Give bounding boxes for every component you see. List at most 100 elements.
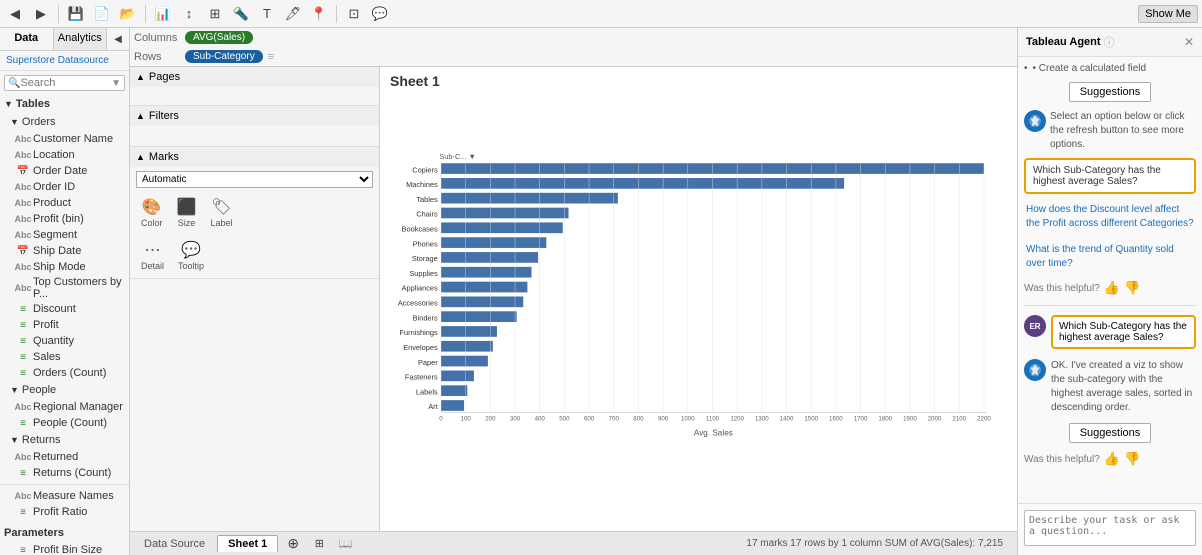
agent-response-text: OK. I've created a viz to show the sub-c… xyxy=(1051,359,1196,415)
label-label: Label xyxy=(210,218,232,228)
suggestions-button-2[interactable]: Suggestions xyxy=(1069,423,1152,443)
columns-pill[interactable]: AVG(Sales) xyxy=(185,31,253,44)
field-ship-date[interactable]: 📅Ship Date xyxy=(0,243,129,259)
agent-close-btn[interactable]: ✕ xyxy=(1184,35,1194,49)
people-group[interactable]: ▼ People xyxy=(0,381,129,399)
pages-header[interactable]: ▲ Pages xyxy=(130,67,379,87)
field-order-id[interactable]: AbcOrder ID xyxy=(0,179,129,195)
field-profit[interactable]: ≡Profit xyxy=(0,317,129,333)
sheet1-tab[interactable]: Sheet 1 xyxy=(217,535,278,552)
bar-supplies[interactable] xyxy=(441,267,531,278)
field-regional-manager[interactable]: AbcRegional Manager xyxy=(0,399,129,415)
field-profit-bin[interactable]: AbcProfit (bin) xyxy=(0,211,129,227)
thumbs-up-btn-2[interactable]: 👍 xyxy=(1104,451,1120,467)
bar-label-appliances: Appliances xyxy=(402,284,438,293)
sort-btn[interactable]: ↕ xyxy=(178,3,200,25)
bar-binders[interactable] xyxy=(441,311,517,322)
abc-icon: Abc xyxy=(16,489,30,503)
datasource-label[interactable]: Superstore Datasource xyxy=(0,51,129,71)
search-input[interactable] xyxy=(20,77,111,89)
field-customer-name[interactable]: AbcCustomer Name xyxy=(0,131,129,147)
analytics-tab[interactable]: Analytics xyxy=(54,28,108,50)
filters-header[interactable]: ▲ Filters xyxy=(130,106,379,126)
measure-icon: ≡ xyxy=(16,366,30,380)
field-product[interactable]: AbcProduct xyxy=(0,195,129,211)
bar-tables[interactable] xyxy=(441,193,618,204)
thumbs-down-btn-2[interactable]: 👎 xyxy=(1124,451,1140,467)
data-source-tab[interactable]: Data Source xyxy=(136,536,213,552)
show-me-button[interactable]: Show Me xyxy=(1138,5,1198,23)
marks-type-select[interactable]: Automatic xyxy=(136,171,373,188)
map-btn[interactable]: 📍 xyxy=(308,3,330,25)
tooltip-btn[interactable]: 💬 xyxy=(369,3,391,25)
bar-paper[interactable] xyxy=(441,356,488,367)
field-measure-names[interactable]: AbcMeasure Names xyxy=(0,488,129,504)
bar-appliances[interactable] xyxy=(441,282,527,293)
field-location[interactable]: AbcLocation xyxy=(0,147,129,163)
marks-label-btn[interactable]: 🏷 Label xyxy=(205,194,237,231)
tables-section[interactable]: ▼ Tables xyxy=(0,95,129,113)
bar-fasteners[interactable] xyxy=(441,371,474,382)
fixedsize-btn[interactable]: ⊡ xyxy=(343,3,365,25)
field-profit-bin-size[interactable]: ≡Profit Bin Size xyxy=(0,542,129,555)
tableau-icon-2 xyxy=(1028,363,1042,377)
field-quantity[interactable]: ≡Quantity xyxy=(0,333,129,349)
suggestions-button-1[interactable]: Suggestions xyxy=(1069,82,1152,102)
rows-pill[interactable]: Sub-Category xyxy=(185,50,263,63)
bar-chart-btn[interactable]: 📊 xyxy=(152,3,174,25)
field-returned[interactable]: AbcReturned xyxy=(0,449,129,465)
field-order-date[interactable]: 📅Order Date xyxy=(0,163,129,179)
label-btn[interactable]: T xyxy=(256,3,278,25)
new-story-btn[interactable]: 📖 xyxy=(334,533,356,555)
field-profit-ratio[interactable]: ≡Profit Ratio xyxy=(0,504,129,520)
highlight-btn[interactable]: 🔦 xyxy=(230,3,252,25)
bar-label-phones: Phones xyxy=(413,239,438,248)
add-sheet-btn[interactable]: ⊕ xyxy=(282,533,304,555)
field-sales[interactable]: ≡Sales xyxy=(0,349,129,365)
new-dashboard-btn[interactable]: ⊞ xyxy=(308,533,330,555)
marks-header[interactable]: ▲ Marks xyxy=(130,147,379,167)
question-2[interactable]: How does the Discount level affect the P… xyxy=(1024,200,1196,234)
tableau-agent-panel: Tableau Agent ⓘ ✕ • Create a calculated … xyxy=(1017,28,1202,555)
question-1-box[interactable]: Which Sub-Category has the highest avera… xyxy=(1024,158,1196,194)
format-btn[interactable]: 🖊 xyxy=(282,3,304,25)
field-people-count[interactable]: ≡People (Count) xyxy=(0,415,129,431)
bar-chairs[interactable] xyxy=(441,208,569,219)
bar-accessories[interactable] xyxy=(441,296,523,307)
forward-btn[interactable]: ▶ xyxy=(30,3,52,25)
marks-color-btn[interactable]: 🎨 Color xyxy=(136,194,168,231)
chart-area: Sheet 1 Sub-C... ▼ Copiers Ma xyxy=(380,67,1017,531)
bar-labels[interactable] xyxy=(441,385,467,396)
marks-tooltip-btn[interactable]: 💬 Tooltip xyxy=(173,237,209,274)
agent-input[interactable] xyxy=(1024,510,1196,546)
thumbs-up-btn-1[interactable]: 👍 xyxy=(1104,280,1120,296)
field-ship-mode[interactable]: AbcShip Mode xyxy=(0,259,129,275)
agent-title: Tableau Agent xyxy=(1026,36,1101,48)
bar-phones[interactable] xyxy=(441,237,546,248)
bar-envelopes[interactable] xyxy=(441,341,493,352)
field-segment[interactable]: AbcSegment xyxy=(0,227,129,243)
bar-storage[interactable] xyxy=(441,252,538,263)
field-discount[interactable]: ≡Discount xyxy=(0,301,129,317)
left-panel-collapse[interactable]: ◀ xyxy=(107,28,129,50)
field-returns-count[interactable]: ≡Returns (Count) xyxy=(0,465,129,481)
orders-group[interactable]: ▼ Orders xyxy=(0,113,129,131)
open-btn[interactable]: 📂 xyxy=(117,3,139,25)
rows-pill-icon: ≡ xyxy=(268,51,274,63)
marks-size-btn[interactable]: ⬛ Size xyxy=(172,194,202,231)
bar-bookcases[interactable] xyxy=(441,222,563,233)
field-orders-count[interactable]: ≡Orders (Count) xyxy=(0,365,129,381)
field-top-customers[interactable]: AbcTop Customers by P... xyxy=(0,275,129,301)
new-btn[interactable]: 📄 xyxy=(91,3,113,25)
save-btn[interactable]: 💾 xyxy=(65,3,87,25)
returns-group[interactable]: ▼ Returns xyxy=(0,431,129,449)
data-tab[interactable]: Data xyxy=(0,28,54,50)
thumbs-down-btn-1[interactable]: 👎 xyxy=(1124,280,1140,296)
filter-btn[interactable]: ⊞ xyxy=(204,3,226,25)
back-btn[interactable]: ◀ xyxy=(4,3,26,25)
marks-detail-btn[interactable]: ⋯ Detail xyxy=(136,237,169,274)
bar-furnishings[interactable] xyxy=(441,326,497,337)
question-3[interactable]: What is the trend of Quantity sold over … xyxy=(1024,240,1196,274)
bar-art[interactable] xyxy=(441,400,464,411)
bar-machines[interactable] xyxy=(441,178,844,189)
